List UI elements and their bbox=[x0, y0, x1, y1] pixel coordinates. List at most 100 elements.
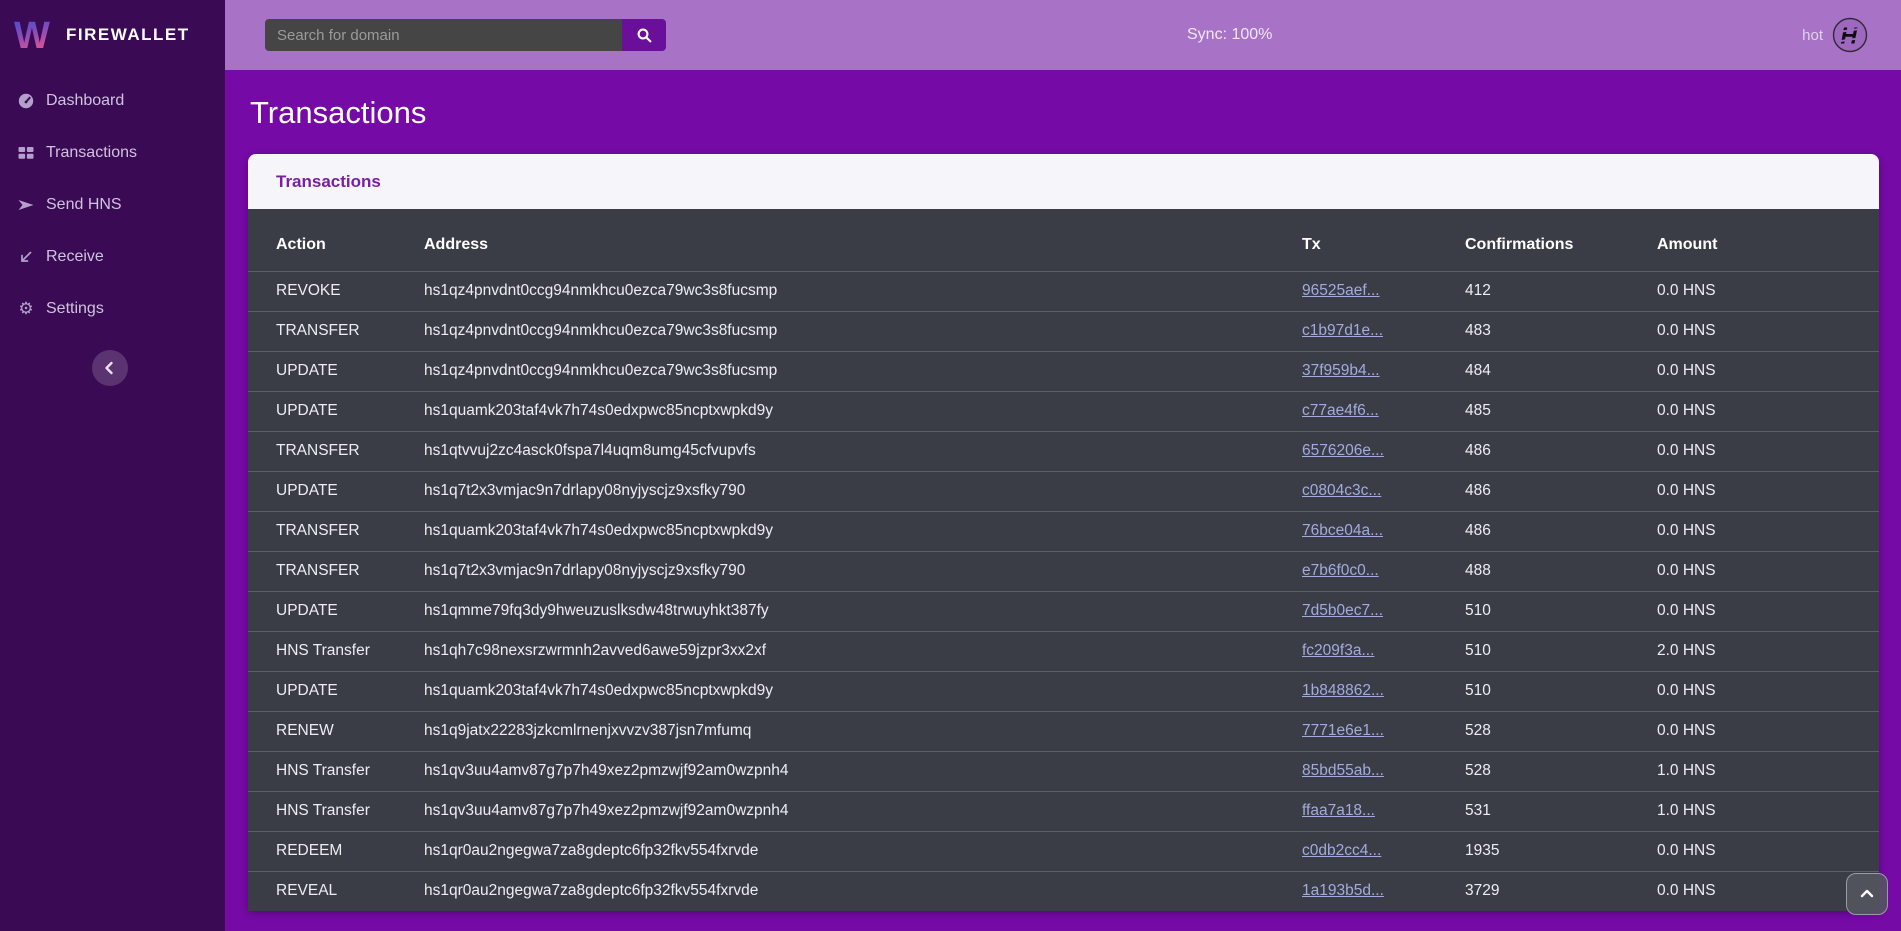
amount-cell: 0.0 HNS bbox=[1657, 831, 1879, 871]
tx-link[interactable]: 7d5b0ec7... bbox=[1302, 602, 1383, 619]
column-header-confirmations: Confirmations bbox=[1465, 209, 1657, 271]
tx-cell: 37f959b4... bbox=[1302, 351, 1465, 391]
tx-link[interactable]: ffaa7a18... bbox=[1302, 802, 1375, 819]
confirmations-cell: 486 bbox=[1465, 431, 1657, 471]
brand: W FIREWALLET bbox=[0, 0, 225, 70]
sidebar-item-label: Transactions bbox=[46, 144, 137, 162]
confirmations-cell: 488 bbox=[1465, 551, 1657, 591]
tx-cell: c0804c3c... bbox=[1302, 471, 1465, 511]
sidebar-item-dashboard[interactable]: Dashboard bbox=[0, 75, 225, 127]
tx-link[interactable]: 1a193b5d... bbox=[1302, 882, 1384, 899]
tx-link[interactable]: 37f959b4... bbox=[1302, 362, 1380, 379]
column-header-tx: Tx bbox=[1302, 209, 1465, 271]
action-cell: UPDATE bbox=[248, 471, 424, 511]
amount-cell: 0.0 HNS bbox=[1657, 471, 1879, 511]
amount-cell: 0.0 HNS bbox=[1657, 391, 1879, 431]
table-row: REVOKE hs1qz4pnvdnt0ccg94nmkhcu0ezca79wc… bbox=[248, 271, 1879, 311]
table-row: HNS Transfer hs1qv3uu4amv87g7p7h49xez2pm… bbox=[248, 751, 1879, 791]
confirmations-cell: 531 bbox=[1465, 791, 1657, 831]
address-cell: hs1q7t2x3vmjac9n7drlapy08nyjyscjz9xsfky7… bbox=[424, 471, 1302, 511]
action-cell: UPDATE bbox=[248, 351, 424, 391]
table-row: REVEAL hs1qr0au2ngegwa7za8gdeptc6fp32fkv… bbox=[248, 871, 1879, 911]
address-cell: hs1qmme79fq3dy9hweuzuslksdw48trwuyhkt387… bbox=[424, 591, 1302, 631]
tx-link[interactable]: 7771e6e1... bbox=[1302, 722, 1384, 739]
address-cell: hs1q9jatx22283jzkcmlrnenjxvvzv387jsn7mfu… bbox=[424, 711, 1302, 751]
address-cell: hs1qtvvuj2zc4asck0fspa7l4uqm8umg45cfvupv… bbox=[424, 431, 1302, 471]
confirmations-cell: 484 bbox=[1465, 351, 1657, 391]
action-cell: HNS Transfer bbox=[248, 631, 424, 671]
settings-gear-icon: ⚙ bbox=[17, 299, 35, 319]
scroll-to-top-button[interactable] bbox=[1846, 873, 1888, 915]
action-cell: HNS Transfer bbox=[248, 751, 424, 791]
sidebar-item-label: Send HNS bbox=[46, 196, 122, 214]
tx-link[interactable]: 6576206e... bbox=[1302, 442, 1384, 459]
action-cell: HNS Transfer bbox=[248, 791, 424, 831]
firewallet-w-logo-icon: W bbox=[14, 15, 56, 55]
amount-cell: 1.0 HNS bbox=[1657, 791, 1879, 831]
tx-link[interactable]: 76bce04a... bbox=[1302, 522, 1383, 539]
tx-link[interactable]: e7b6f0c0... bbox=[1302, 562, 1379, 579]
tx-cell: c0db2cc4... bbox=[1302, 831, 1465, 871]
address-cell: hs1quamk203taf4vk7h74s0edxpwc85ncptxwpkd… bbox=[424, 391, 1302, 431]
sync-status: Sync: 100% bbox=[1187, 0, 1272, 70]
confirmations-cell: 510 bbox=[1465, 671, 1657, 711]
tx-cell: ffaa7a18... bbox=[1302, 791, 1465, 831]
handshake-hns-logo-icon: H bbox=[1832, 17, 1868, 53]
address-cell: hs1qv3uu4amv87g7p7h49xez2pmzwjf92am0wzpn… bbox=[424, 751, 1302, 791]
action-cell: UPDATE bbox=[248, 671, 424, 711]
tx-cell: c77ae4f6... bbox=[1302, 391, 1465, 431]
chevron-up-icon bbox=[1857, 884, 1877, 904]
transactions-table: Action Address Tx Confirmations Amount R… bbox=[248, 209, 1879, 911]
tx-link[interactable]: 85bd55ab... bbox=[1302, 762, 1384, 779]
tx-link[interactable]: 1b848862... bbox=[1302, 682, 1384, 699]
search-input[interactable] bbox=[265, 19, 622, 51]
amount-cell: 1.0 HNS bbox=[1657, 751, 1879, 791]
confirmations-cell: 486 bbox=[1465, 471, 1657, 511]
tx-link[interactable]: c0db2cc4... bbox=[1302, 842, 1381, 859]
confirmations-cell: 412 bbox=[1465, 271, 1657, 311]
sidebar-item-transactions[interactable]: Transactions bbox=[0, 127, 225, 179]
table-row: TRANSFER hs1qz4pnvdnt0ccg94nmkhcu0ezca79… bbox=[248, 311, 1879, 351]
address-cell: hs1qz4pnvdnt0ccg94nmkhcu0ezca79wc3s8fucs… bbox=[424, 271, 1302, 311]
amount-cell: 0.0 HNS bbox=[1657, 551, 1879, 591]
tx-link[interactable]: c1b97d1e... bbox=[1302, 322, 1383, 339]
tx-cell: fc209f3a... bbox=[1302, 631, 1465, 671]
tx-link[interactable]: 96525aef... bbox=[1302, 282, 1380, 299]
brand-name: FIREWALLET bbox=[66, 25, 190, 45]
table-row: TRANSFER hs1qtvvuj2zc4asck0fspa7l4uqm8um… bbox=[248, 431, 1879, 471]
sidebar-collapse-button[interactable] bbox=[92, 350, 128, 386]
amount-cell: 0.0 HNS bbox=[1657, 431, 1879, 471]
tx-cell: 76bce04a... bbox=[1302, 511, 1465, 551]
tx-link[interactable]: c77ae4f6... bbox=[1302, 402, 1379, 419]
confirmations-cell: 3729 bbox=[1465, 871, 1657, 911]
amount-cell: 0.0 HNS bbox=[1657, 711, 1879, 751]
wallet-indicator[interactable]: hot H bbox=[1802, 0, 1868, 70]
table-row: RENEW hs1q9jatx22283jzkcmlrnenjxvvzv387j… bbox=[248, 711, 1879, 751]
tx-link[interactable]: c0804c3c... bbox=[1302, 482, 1381, 499]
transactions-grid-icon bbox=[17, 144, 35, 162]
table-row: TRANSFER hs1q7t2x3vmjac9n7drlapy08nyjysc… bbox=[248, 551, 1879, 591]
sidebar-item-label: Settings bbox=[46, 300, 104, 318]
action-cell: TRANSFER bbox=[248, 431, 424, 471]
tx-cell: 1b848862... bbox=[1302, 671, 1465, 711]
card-title: Transactions bbox=[276, 172, 381, 192]
main-content: Transactions Transactions Action Address… bbox=[225, 70, 1901, 931]
tx-cell: c1b97d1e... bbox=[1302, 311, 1465, 351]
action-cell: TRANSFER bbox=[248, 311, 424, 351]
action-cell: TRANSFER bbox=[248, 511, 424, 551]
column-header-amount: Amount bbox=[1657, 209, 1879, 271]
sidebar-item-settings[interactable]: ⚙ Settings bbox=[0, 283, 225, 335]
tx-link[interactable]: fc209f3a... bbox=[1302, 642, 1374, 659]
table-row: UPDATE hs1qmme79fq3dy9hweuzuslksdw48trwu… bbox=[248, 591, 1879, 631]
action-cell: RENEW bbox=[248, 711, 424, 751]
table-row: HNS Transfer hs1qh7c98nexsrzwrmnh2avved6… bbox=[248, 631, 1879, 671]
search-button[interactable] bbox=[622, 19, 666, 51]
send-plane-icon bbox=[17, 196, 35, 214]
sidebar-item-receive[interactable]: Receive bbox=[0, 231, 225, 283]
address-cell: hs1qz4pnvdnt0ccg94nmkhcu0ezca79wc3s8fucs… bbox=[424, 351, 1302, 391]
sidebar-item-send-hns[interactable]: Send HNS bbox=[0, 179, 225, 231]
amount-cell: 0.0 HNS bbox=[1657, 271, 1879, 311]
confirmations-cell: 510 bbox=[1465, 591, 1657, 631]
sidebar-nav: Dashboard Transactions Send HNS bbox=[0, 75, 225, 335]
dashboard-gauge-icon bbox=[17, 92, 35, 110]
